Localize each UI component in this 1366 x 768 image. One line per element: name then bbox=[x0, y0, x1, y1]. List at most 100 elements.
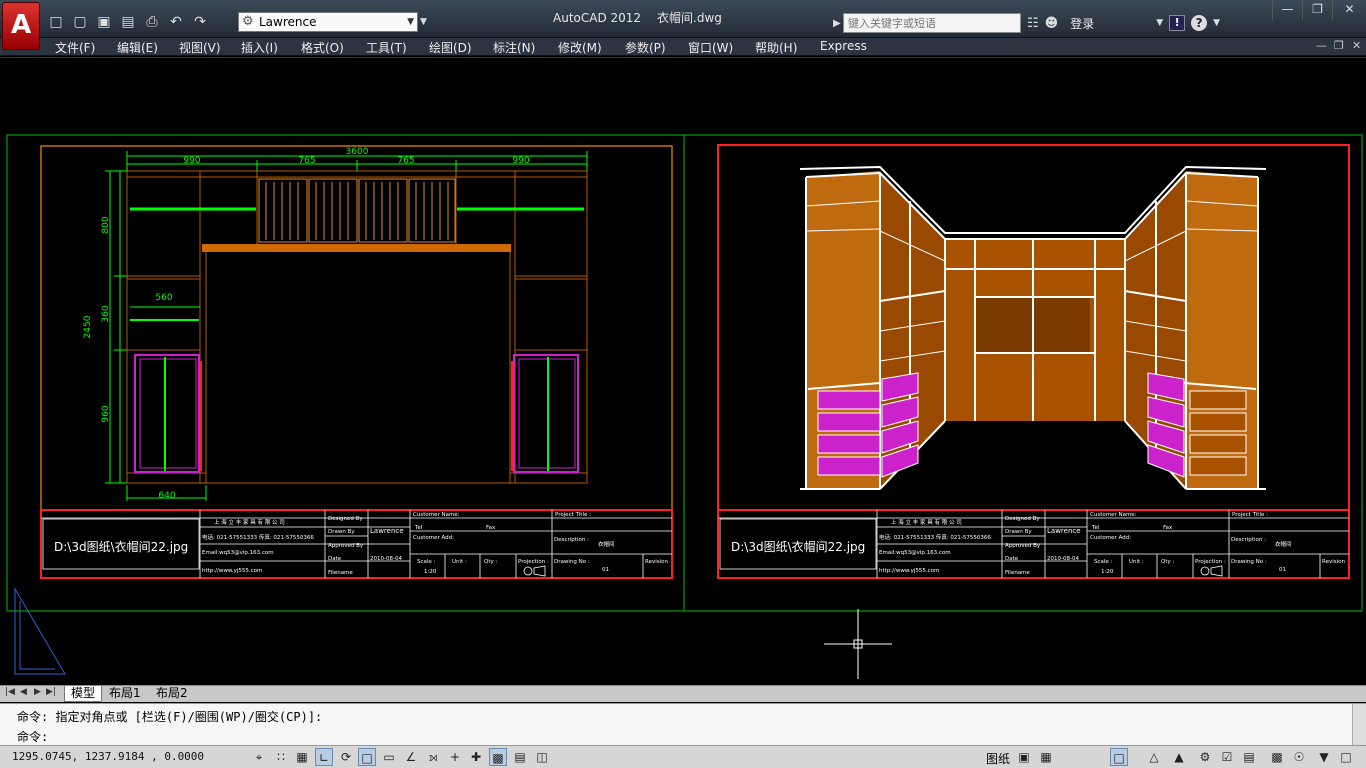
window-title: AutoCAD 2012 衣帽间.dwg bbox=[553, 9, 722, 26]
status-menu-icon[interactable]: ▼ bbox=[1315, 748, 1333, 766]
doc-restore-button[interactable]: ❐ bbox=[1334, 39, 1344, 52]
menu-modify[interactable]: 修改(M) bbox=[558, 39, 602, 56]
doc-close-button[interactable]: ✕ bbox=[1352, 39, 1361, 52]
chevron-down-icon: ▼ bbox=[407, 17, 414, 27]
image-path-text: D:\3d图纸\衣帽间22.jpg bbox=[731, 539, 865, 554]
last-tab-icon[interactable]: ▶| bbox=[46, 687, 56, 697]
open-folder-icon[interactable]: ▢ bbox=[70, 12, 90, 32]
command-scrollbar[interactable] bbox=[1352, 704, 1366, 746]
drawing-no-value: 01 bbox=[1279, 567, 1286, 573]
menu-tools[interactable]: 工具(T) bbox=[366, 39, 407, 56]
command-history: 命令: 指定对角点或 [栏选(F)/圈围(WP)/圈交(CP)]: bbox=[17, 710, 323, 724]
lock-icon[interactable]: ☑ bbox=[1218, 748, 1236, 766]
first-tab-icon[interactable]: |◀ bbox=[5, 687, 15, 697]
annotation-scale-icon[interactable]: △ bbox=[1145, 748, 1163, 766]
user-icon[interactable]: ☻ bbox=[1045, 16, 1059, 31]
exchange-icon[interactable]: ! bbox=[1169, 15, 1186, 31]
maximize-viewport-icon[interactable]: □ bbox=[1110, 748, 1128, 766]
chevron-right-icon[interactable]: ▶ bbox=[833, 18, 843, 29]
print-icon[interactable]: ⎙ bbox=[142, 12, 162, 32]
title-bar: A □ ▢ ▣ ▤ ⎙ ↶ ↷ ⚙ Lawrence ▼ ▼ AutoCAD 2… bbox=[0, 0, 1366, 50]
search-input[interactable] bbox=[843, 13, 1021, 33]
quick-properties-icon[interactable]: ▤ bbox=[511, 748, 529, 766]
menu-dimension[interactable]: 标注(N) bbox=[493, 39, 535, 56]
command-prompt[interactable]: 命令: bbox=[17, 728, 48, 745]
polar-icon[interactable]: ⟳ bbox=[337, 748, 355, 766]
lightbulb-icon[interactable]: ☉ bbox=[1290, 748, 1308, 766]
menu-bar: 文件(F) 编辑(E) 视图(V) 插入(I) 格式(O) 工具(T) 绘图(D… bbox=[0, 38, 1366, 56]
menu-parameter[interactable]: 参数(P) bbox=[625, 39, 666, 56]
infer-constraints-icon[interactable]: ⌖ bbox=[250, 748, 268, 766]
undo-icon[interactable]: ↶ bbox=[166, 12, 186, 32]
designed-by-label: Designed By bbox=[1005, 516, 1040, 522]
lineweight-icon[interactable]: ✚ bbox=[467, 748, 485, 766]
filename-label: Filename bbox=[328, 570, 353, 576]
dim-360: 360 bbox=[101, 305, 111, 322]
otrack-icon[interactable]: ∠ bbox=[402, 748, 420, 766]
workspace-gear-icon[interactable]: ⚙ bbox=[1196, 748, 1214, 766]
dim-990-right: 990 bbox=[512, 156, 529, 166]
scale-value: 1:20 bbox=[424, 569, 437, 575]
menu-view[interactable]: 视图(V) bbox=[179, 39, 221, 56]
selection-cycling-icon[interactable]: ◫ bbox=[533, 748, 551, 766]
qat-customize-button[interactable]: ▼ bbox=[420, 12, 432, 32]
paper-model-toggle[interactable]: 图纸 bbox=[986, 750, 1010, 767]
info-center: ▶ ☷ ☻ 登录 ▼ ! ? ▼ bbox=[833, 12, 1220, 34]
chevron-down-icon[interactable]: ▼ bbox=[1156, 18, 1163, 28]
menu-format[interactable]: 格式(O) bbox=[301, 39, 344, 56]
save-as-icon[interactable]: ▤ bbox=[118, 12, 138, 32]
dim-560: 560 bbox=[155, 293, 172, 303]
osnap-icon[interactable]: □ bbox=[358, 748, 376, 766]
ducs-icon[interactable]: ⟕ bbox=[424, 748, 442, 766]
menu-express[interactable]: Express bbox=[820, 39, 867, 53]
customer-add-label: Customer Add: bbox=[413, 535, 454, 541]
drawing-no-value: 01 bbox=[602, 567, 609, 573]
drawn-by-label: Drawn By bbox=[1005, 529, 1032, 535]
redo-icon[interactable]: ↷ bbox=[190, 12, 210, 32]
menu-insert[interactable]: 插入(I) bbox=[241, 39, 278, 56]
dim-640: 640 bbox=[158, 491, 175, 501]
hardware-acceleration-icon[interactable]: ▤ bbox=[1240, 748, 1258, 766]
tel-label: Tel bbox=[1091, 525, 1100, 531]
menu-window[interactable]: 窗口(W) bbox=[688, 39, 733, 56]
menu-edit[interactable]: 编辑(E) bbox=[117, 39, 158, 56]
minimize-button[interactable]: — bbox=[1272, 0, 1302, 20]
coordinate-readout[interactable]: 1295.0745, 1237.9184 , 0.0000 bbox=[12, 750, 204, 763]
new-file-icon[interactable]: □ bbox=[46, 12, 66, 32]
chevron-down-icon[interactable]: ▼ bbox=[1213, 18, 1220, 28]
tab-layout1[interactable]: 布局1 bbox=[103, 686, 147, 702]
menu-draw[interactable]: 绘图(D) bbox=[429, 39, 472, 56]
binoculars-icon[interactable]: ☷ bbox=[1027, 16, 1039, 31]
snap-icon[interactable]: ∷ bbox=[272, 748, 290, 766]
fax-label: Fax bbox=[486, 525, 496, 531]
close-button[interactable]: ✕ bbox=[1332, 0, 1366, 20]
transparency-icon[interactable]: ▩ bbox=[489, 748, 507, 766]
menu-help[interactable]: 帮助(H) bbox=[755, 39, 797, 56]
restore-button[interactable]: ❐ bbox=[1302, 0, 1332, 20]
company-text: 上 海 立 丰 家 具 有 限 公 司 bbox=[214, 518, 285, 526]
3d-osnap-icon[interactable]: ▭ bbox=[380, 748, 398, 766]
grid-icon[interactable]: ▦ bbox=[293, 748, 311, 766]
menu-file[interactable]: 文件(F) bbox=[55, 39, 95, 56]
drawing-canvas[interactable]: 3600 990 765 765 990 560 640 800 360 960… bbox=[0, 57, 1366, 685]
ortho-icon[interactable]: ∟ bbox=[315, 748, 333, 766]
quick-view-drawings-icon[interactable]: ▦ bbox=[1037, 748, 1055, 766]
title-block-left: D:\3d图纸\衣帽间22.jpg 上 海 立 丰 家 具 有 限 公 司 电话… bbox=[40, 509, 673, 579]
clean-screen-icon[interactable]: □ bbox=[1337, 748, 1355, 766]
save-icon[interactable]: ▣ bbox=[94, 12, 114, 32]
prev-tab-icon[interactable]: ◀ bbox=[20, 687, 30, 697]
next-tab-icon[interactable]: ▶ bbox=[34, 687, 44, 697]
application-menu-button[interactable]: A bbox=[2, 2, 40, 50]
dim-total: 3600 bbox=[346, 147, 369, 157]
isolate-objects-icon[interactable]: ▩ bbox=[1268, 748, 1286, 766]
tab-layout2[interactable]: 布局2 bbox=[150, 686, 194, 702]
annotation-visibility-icon[interactable]: ▲ bbox=[1170, 748, 1188, 766]
login-button[interactable]: 登录 bbox=[1070, 15, 1150, 32]
doc-minimize-button[interactable]: — bbox=[1316, 39, 1327, 52]
workspace-select[interactable]: ⚙ Lawrence ▼ bbox=[238, 12, 418, 32]
dyn-input-icon[interactable]: + bbox=[446, 748, 464, 766]
quick-view-layouts-icon[interactable]: ▣ bbox=[1015, 748, 1033, 766]
command-window: 命令: 指定对角点或 [栏选(F)/圈围(WP)/圈交(CP)]: 命令: bbox=[0, 703, 1366, 746]
help-icon[interactable]: ? bbox=[1191, 15, 1208, 31]
tab-model[interactable]: 模型 bbox=[64, 686, 103, 702]
